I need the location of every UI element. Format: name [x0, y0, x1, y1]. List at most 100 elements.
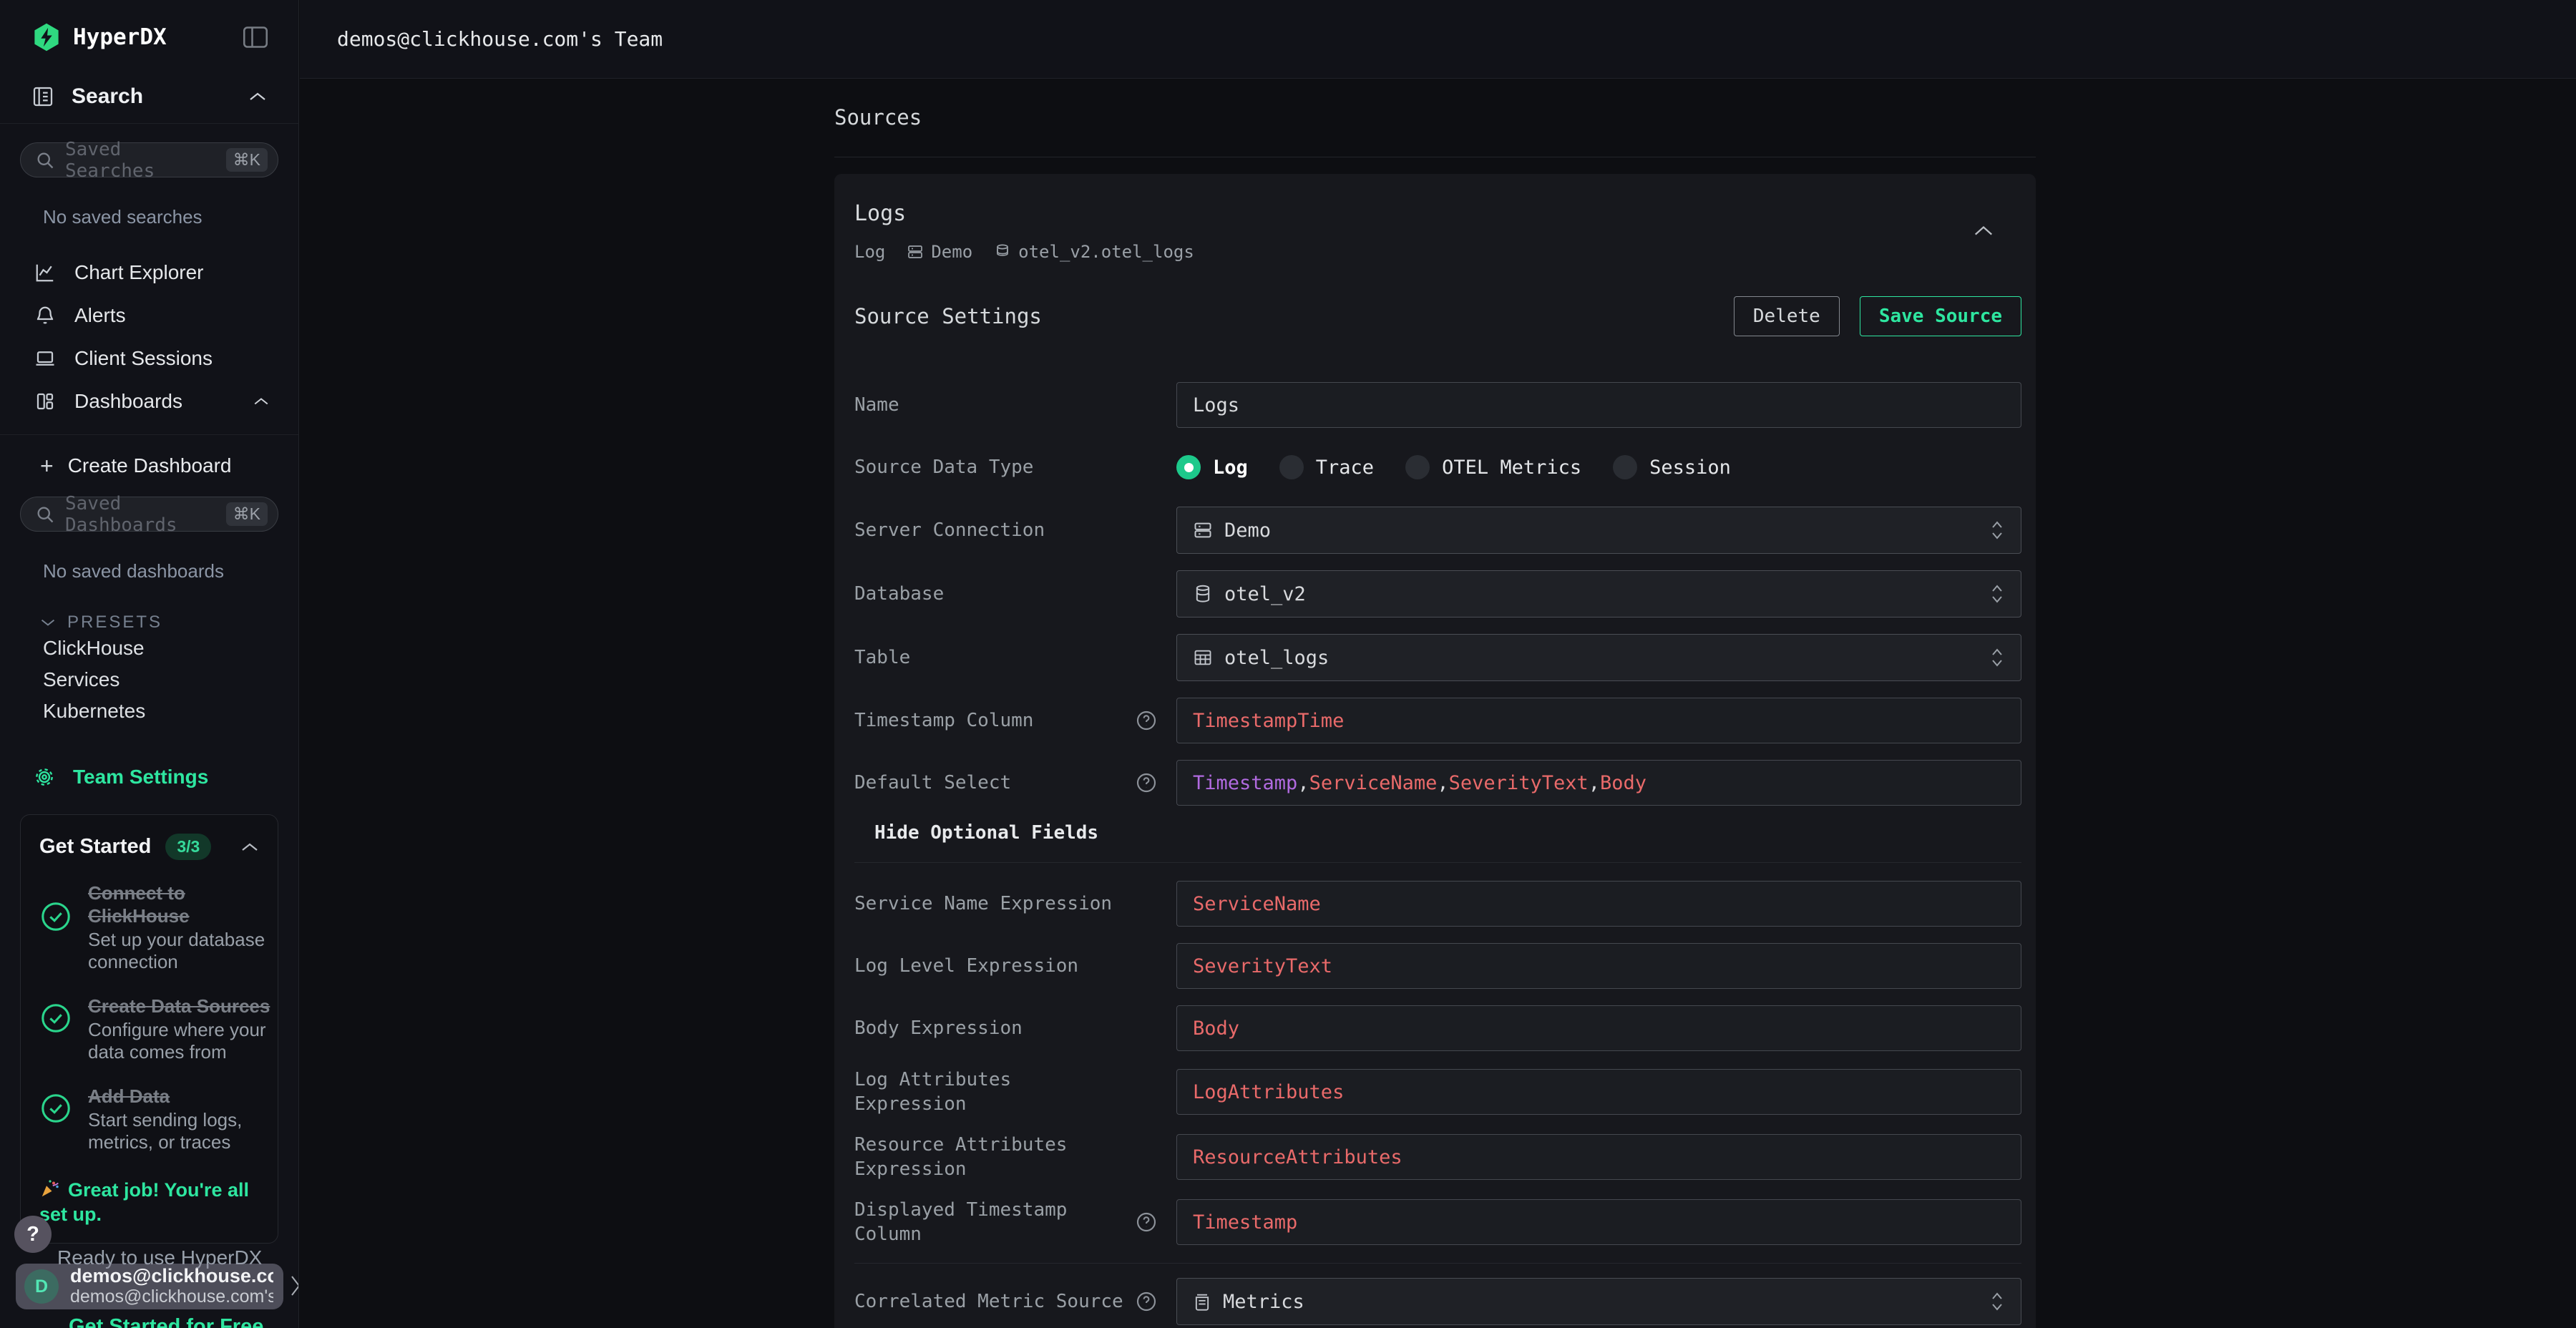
checklist-title: Add Data	[88, 1085, 275, 1108]
sidebar-section-search[interactable]: Search	[0, 74, 298, 123]
checklist-subtitle: Start sending logs, metrics, or traces	[88, 1109, 275, 1153]
sidebar: HyperDX Search	[0, 0, 299, 1328]
help-circle-icon[interactable]	[1135, 709, 1158, 732]
table-icon	[1193, 648, 1213, 668]
save-source-button[interactable]: Save Source	[1860, 296, 2021, 336]
field-label: Correlated Metric Source	[854, 1289, 1176, 1314]
saved-dashboards-placeholder: Saved Dashboards	[65, 493, 216, 536]
saved-dashboards-input[interactable]: Saved Dashboards ⌘K	[20, 497, 278, 532]
sidebar-item-client-sessions[interactable]: Client Sessions	[0, 337, 298, 380]
form-row-log-attributes: Log Attributes Expression LogAttributes	[854, 1068, 2021, 1116]
radio-unselected-icon	[1405, 455, 1430, 479]
team-settings-link[interactable]: Team Settings	[33, 766, 298, 788]
help-button[interactable]: ?	[14, 1216, 52, 1253]
source-type-text: Log	[854, 242, 885, 262]
divider	[854, 1263, 2021, 1264]
chevron-up-icon[interactable]	[240, 841, 259, 853]
checklist-title: Connect to ClickHouse	[88, 882, 275, 927]
brand[interactable]: HyperDX	[31, 22, 167, 52]
default-select-input[interactable]: Timestamp,ServiceName,SeverityText,Body	[1176, 760, 2021, 806]
database-icon	[994, 243, 1011, 260]
checklist-item-sources[interactable]: Create Data Sources Configure where your…	[39, 995, 259, 1063]
team-settings-label: Team Settings	[73, 766, 208, 788]
create-dashboard-button[interactable]: + Create Dashboard	[0, 445, 298, 487]
get-started-free-link[interactable]: Get Started for Free	[69, 1315, 263, 1328]
correlated-metric-select[interactable]: Metrics	[1176, 1278, 2021, 1325]
brand-name: HyperDX	[73, 24, 167, 50]
form-row-correlated-metric: Correlated Metric Source	[854, 1278, 2021, 1325]
radio-unselected-icon	[1279, 455, 1304, 479]
saved-searches-placeholder: Saved Searches	[65, 139, 216, 182]
displayed-timestamp-input[interactable]: Timestamp	[1176, 1199, 2021, 1245]
user-menu[interactable]: D demos@clickhouse.com demos@clickhouse.…	[16, 1264, 283, 1309]
log-level-input[interactable]: SeverityText	[1176, 943, 2021, 989]
radio-trace[interactable]: Trace	[1279, 455, 1374, 479]
no-saved-searches-text: No saved searches	[43, 206, 298, 228]
checklist-item-add-data[interactable]: Add Data Start sending logs, metrics, or…	[39, 1085, 259, 1153]
user-email: demos@clickhouse.com	[70, 1266, 273, 1286]
field-label: Source Data Type	[854, 455, 1176, 479]
field-label: Database	[854, 582, 1176, 606]
form-row-source-data-type: Source Data Type Log Trace	[854, 444, 2021, 490]
form-row-name: Name Logs	[854, 382, 2021, 428]
sidebar-item-chart-explorer[interactable]: Chart Explorer	[0, 251, 298, 294]
sidebar-item-dashboards[interactable]: Dashboards	[0, 380, 298, 423]
log-attributes-input[interactable]: LogAttributes	[1176, 1069, 2021, 1115]
collapse-card-icon[interactable]	[1973, 224, 1994, 237]
presets-toggle[interactable]: PRESETS	[40, 612, 298, 633]
gear-icon	[33, 766, 56, 788]
help-circle-icon[interactable]	[1135, 1211, 1158, 1234]
body-expression-input[interactable]: Body	[1176, 1005, 2021, 1051]
laptop-icon	[34, 348, 56, 369]
field-label: Body Expression	[854, 1016, 1176, 1040]
preset-item-kubernetes[interactable]: Kubernetes	[43, 695, 298, 727]
chevron-right-icon[interactable]	[289, 1274, 299, 1298]
timestamp-column-input[interactable]: TimestampTime	[1176, 698, 2021, 743]
form-row-body-expression: Body Expression Body	[854, 1005, 2021, 1051]
preset-item-services[interactable]: Services	[43, 664, 298, 695]
service-name-input[interactable]: ServiceName	[1176, 881, 2021, 927]
radio-session[interactable]: Session	[1613, 455, 1731, 479]
party-icon	[39, 1178, 61, 1199]
delete-button[interactable]: Delete	[1734, 296, 1840, 336]
sidebar-item-alerts[interactable]: Alerts	[0, 294, 298, 337]
checklist-subtitle: Set up your database connection	[88, 929, 275, 973]
avatar: D	[24, 1269, 59, 1304]
get-started-panel: Get Started 3/3 Connect to ClickHouse Se…	[20, 814, 278, 1244]
form-row-database: Database otel_v2	[854, 570, 2021, 617]
saved-searches-input[interactable]: Saved Searches ⌘K	[20, 142, 278, 177]
form-row-resource-attributes: Resource Attributes Expression ResourceA…	[854, 1133, 2021, 1181]
table-select[interactable]: otel_logs	[1176, 634, 2021, 681]
chevron-up-icon	[248, 91, 267, 102]
sidebar-collapse-icon[interactable]	[243, 26, 268, 49]
no-saved-dashboards-text: No saved dashboards	[43, 560, 298, 582]
form-row-table: Table otel_logs	[854, 634, 2021, 681]
server-connection-select[interactable]: Demo	[1176, 507, 2021, 554]
form-row-service-name: Service Name Expression ServiceName	[854, 881, 2021, 927]
help-circle-icon[interactable]	[1135, 1290, 1158, 1313]
checklist-item-connect[interactable]: Connect to ClickHouse Set up your databa…	[39, 882, 259, 973]
server-icon	[1193, 520, 1213, 540]
help-circle-icon[interactable]	[1135, 771, 1158, 794]
radio-otel-metrics[interactable]: OTEL Metrics	[1405, 455, 1581, 479]
hide-optional-fields-toggle[interactable]: Hide Optional Fields	[874, 822, 2021, 844]
sidebar-item-label: Alerts	[74, 304, 126, 327]
name-input[interactable]: Logs	[1176, 382, 2021, 428]
check-circle-icon	[39, 900, 72, 973]
radio-log[interactable]: Log	[1176, 455, 1248, 479]
preset-item-clickhouse[interactable]: ClickHouse	[43, 633, 298, 664]
server-icon	[907, 243, 924, 260]
database-select[interactable]: otel_v2	[1176, 570, 2021, 617]
user-team: demos@clickhouse.com's	[70, 1286, 273, 1307]
search-icon	[35, 150, 55, 170]
resource-attributes-input[interactable]: ResourceAttributes	[1176, 1134, 2021, 1180]
get-started-progress-badge: 3/3	[165, 834, 211, 860]
presets-header-label: PRESETS	[67, 612, 162, 633]
field-label: Log Attributes Expression	[854, 1068, 1176, 1116]
chevron-up-icon	[253, 396, 270, 406]
shortcut-badge: ⌘K	[226, 148, 268, 172]
field-label: Server Connection	[854, 518, 1176, 542]
chevron-down-icon	[40, 617, 56, 628]
form-row-server-connection: Server Connection Demo	[854, 507, 2021, 554]
topbar: demos@clickhouse.com's Team	[300, 0, 2576, 79]
